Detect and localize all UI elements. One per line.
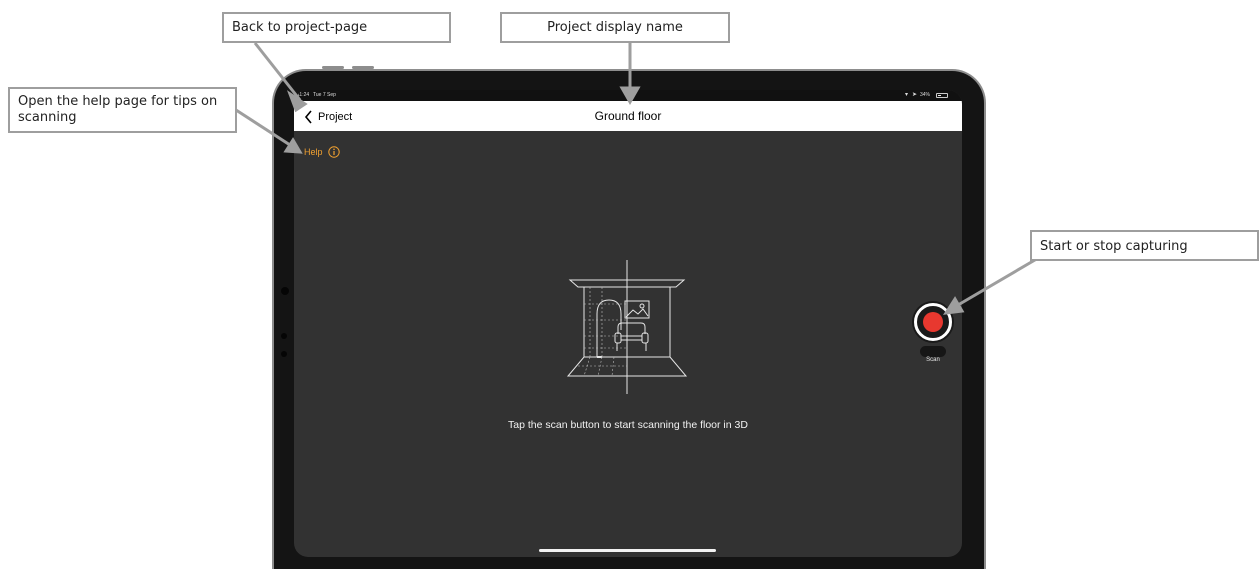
callout-back: Back to project-page: [222, 12, 451, 43]
callout-arrows: [235, 42, 1041, 315]
callout-title-text: Project display name: [547, 20, 683, 35]
callout-scan-text: Start or stop capturing: [1040, 239, 1188, 254]
callout-help: Open the help page for tips on scanning: [8, 87, 237, 133]
callout-back-text: Back to project-page: [232, 20, 368, 35]
callout-scan: Start or stop capturing: [1030, 230, 1259, 261]
callout-help-text: Open the help page for tips on scanning: [18, 94, 218, 125]
callout-title: Project display name: [500, 12, 730, 43]
